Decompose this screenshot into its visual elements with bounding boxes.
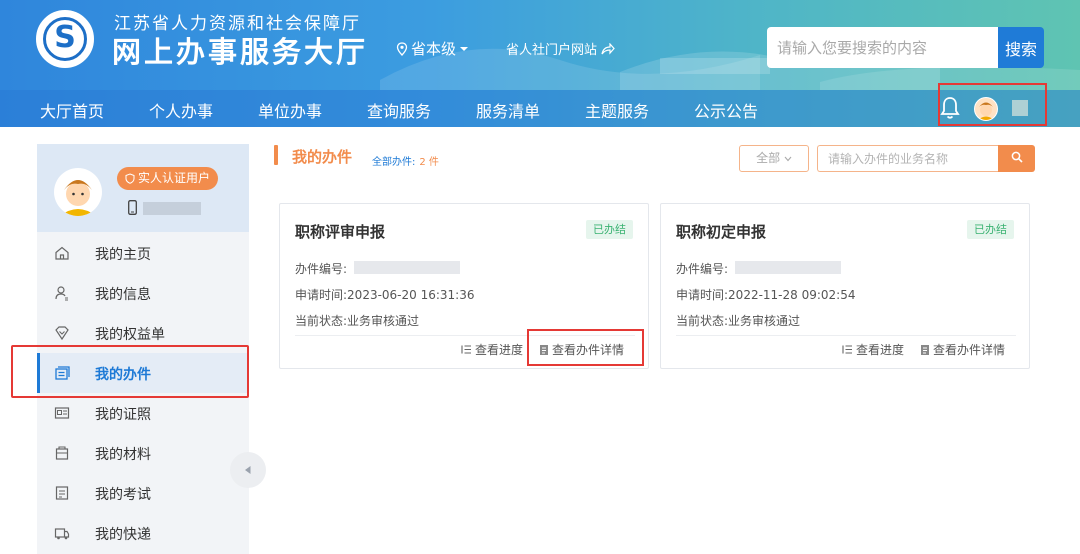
total-count: 全部办件: 2 件 bbox=[372, 153, 439, 168]
view-progress-link[interactable]: 查看进度 bbox=[461, 341, 523, 358]
user-avatar[interactable] bbox=[974, 97, 998, 121]
view-progress-link[interactable]: 查看进度 bbox=[842, 341, 904, 358]
status-value: 业务审核通过 bbox=[347, 314, 420, 328]
site-search-button[interactable]: 搜索 bbox=[998, 27, 1044, 68]
sidebar-item-license[interactable]: 我的证照 bbox=[37, 393, 249, 433]
status-label: 当前状态: bbox=[295, 314, 348, 328]
case-search-button[interactable] bbox=[998, 145, 1035, 172]
site-search-input[interactable] bbox=[767, 27, 998, 68]
status-value: 业务审核通过 bbox=[728, 314, 801, 328]
nav-item-notice[interactable]: 公示公告 bbox=[694, 98, 758, 122]
materials-icon bbox=[55, 446, 69, 460]
caret-down-icon bbox=[460, 46, 469, 51]
status-badge: 已办结 bbox=[967, 220, 1014, 239]
apply-time-row: 申请时间:2022-11-28 09:02:54 bbox=[676, 286, 856, 303]
profile-avatar bbox=[54, 168, 102, 216]
total-count-value: 2 件 bbox=[419, 157, 439, 168]
view-progress-label: 查看进度 bbox=[856, 343, 905, 357]
sidebar-item-label: 我的证照 bbox=[95, 407, 151, 423]
apply-time-row: 申请时间:2023-06-20 16:31:36 bbox=[295, 286, 475, 303]
nav-item-home[interactable]: 大厅首页 bbox=[40, 98, 104, 122]
portal-link-label: 省人社门户网站 bbox=[506, 43, 598, 58]
nav-item-personal[interactable]: 个人办事 bbox=[149, 98, 213, 122]
sidebar-item-label: 我的考试 bbox=[95, 487, 151, 503]
active-item-highlight bbox=[11, 345, 249, 398]
license-icon bbox=[54, 407, 70, 419]
exam-icon bbox=[55, 486, 69, 500]
sidebar-item-label: 我的快递 bbox=[95, 527, 151, 543]
case-card: 职称初定申报 已办结 办件编号: 申请时间:2022-11-28 09:02:5… bbox=[660, 203, 1030, 369]
sidebar-item-label: 我的材料 bbox=[95, 447, 151, 463]
apply-time-value: 2023-06-20 16:31:36 bbox=[347, 288, 475, 302]
card-divider bbox=[676, 335, 1016, 336]
status-filter-select[interactable]: 全部 bbox=[739, 145, 809, 172]
nav-item-query[interactable]: 查询服务 bbox=[367, 98, 431, 122]
delivery-icon bbox=[54, 528, 70, 540]
status-filter-value: 全部 bbox=[756, 151, 781, 165]
search-icon bbox=[1011, 151, 1023, 163]
profile-panel: 实人认证用户 bbox=[37, 144, 249, 232]
apply-time-value: 2022-11-28 09:02:54 bbox=[728, 288, 856, 302]
sidebar-item-info[interactable]: 我的信息 bbox=[37, 273, 249, 313]
list-icon bbox=[842, 345, 852, 354]
portal-link[interactable]: 省人社门户网站 bbox=[506, 39, 615, 58]
sidebar-item-materials[interactable]: 我的材料 bbox=[37, 433, 249, 473]
logo-mark: S bbox=[54, 20, 76, 55]
sidebar-item-label: 我的主页 bbox=[95, 247, 151, 263]
case-no-label: 办件编号: bbox=[295, 262, 348, 276]
view-progress-label: 查看进度 bbox=[475, 343, 524, 357]
user-face-icon bbox=[978, 102, 994, 120]
status-row: 当前状态:业务审核通过 bbox=[676, 312, 800, 329]
bell-icon[interactable] bbox=[940, 96, 960, 120]
case-no-redacted bbox=[735, 261, 841, 274]
region-selector[interactable]: 省本级 bbox=[396, 38, 469, 59]
rights-icon bbox=[55, 326, 69, 341]
document-icon bbox=[921, 344, 929, 355]
apply-time-label: 申请时间: bbox=[676, 288, 729, 302]
sidebar-item-delivery[interactable]: 我的快递 bbox=[37, 513, 249, 553]
sidebar-item-home[interactable]: 我的主页 bbox=[37, 233, 249, 273]
user-face-icon bbox=[60, 180, 96, 216]
site-header: S 江苏省人力资源和社会保障厅 网上办事服务大厅 省本级 省人社门户网站 搜索 … bbox=[0, 0, 1080, 127]
collapse-sidebar-button[interactable] bbox=[230, 452, 266, 488]
apply-time-label: 申请时间: bbox=[295, 288, 348, 302]
verified-badge: 实人认证用户 bbox=[117, 167, 219, 190]
username-redacted bbox=[1012, 100, 1028, 116]
case-title[interactable]: 职称初定申报 bbox=[676, 221, 766, 242]
phone-icon bbox=[128, 200, 137, 215]
status-label: 当前状态: bbox=[676, 314, 729, 328]
verified-shield-icon bbox=[125, 173, 135, 184]
view-detail-label: 查看办件详情 bbox=[933, 343, 1006, 357]
sidebar-item-label: 我的信息 bbox=[95, 287, 151, 303]
triangle-left-icon bbox=[245, 466, 251, 474]
chevron-down-icon bbox=[784, 156, 792, 162]
sidebar-item-label: 我的权益单 bbox=[95, 327, 165, 343]
nav-item-service-list[interactable]: 服务清单 bbox=[476, 98, 540, 122]
main-nav: 大厅首页 个人办事 单位办事 查询服务 服务清单 主题服务 公示公告 bbox=[0, 90, 1080, 127]
case-no-label: 办件编号: bbox=[676, 262, 729, 276]
total-count-label: 全部办件: bbox=[372, 157, 416, 168]
home-icon bbox=[55, 246, 69, 260]
case-no-redacted bbox=[354, 261, 460, 274]
user-info-icon bbox=[55, 286, 68, 301]
region-label: 省本级 bbox=[411, 40, 457, 58]
list-icon bbox=[461, 345, 471, 354]
share-arrow-icon bbox=[601, 42, 615, 55]
page-title: 我的办件 bbox=[292, 148, 353, 166]
status-badge: 已办结 bbox=[586, 220, 633, 239]
location-pin-icon bbox=[396, 41, 408, 56]
phone-redacted bbox=[143, 202, 201, 215]
title-accent-bar bbox=[274, 145, 278, 165]
case-title[interactable]: 职称评审申报 bbox=[295, 221, 385, 242]
nav-item-theme[interactable]: 主题服务 bbox=[585, 98, 649, 122]
nav-item-unit[interactable]: 单位办事 bbox=[258, 98, 322, 122]
view-detail-link[interactable]: 查看办件详情 bbox=[920, 341, 1005, 358]
status-row: 当前状态:业务审核通过 bbox=[295, 312, 419, 329]
case-search-input[interactable] bbox=[817, 145, 999, 172]
logo[interactable]: S bbox=[36, 10, 94, 68]
detail-link-highlight bbox=[527, 329, 644, 366]
verified-badge-label: 实人认证用户 bbox=[138, 171, 211, 185]
sidebar-item-exam[interactable]: 我的考试 bbox=[37, 473, 249, 513]
site-name: 网上办事服务大厅 bbox=[112, 35, 369, 69]
